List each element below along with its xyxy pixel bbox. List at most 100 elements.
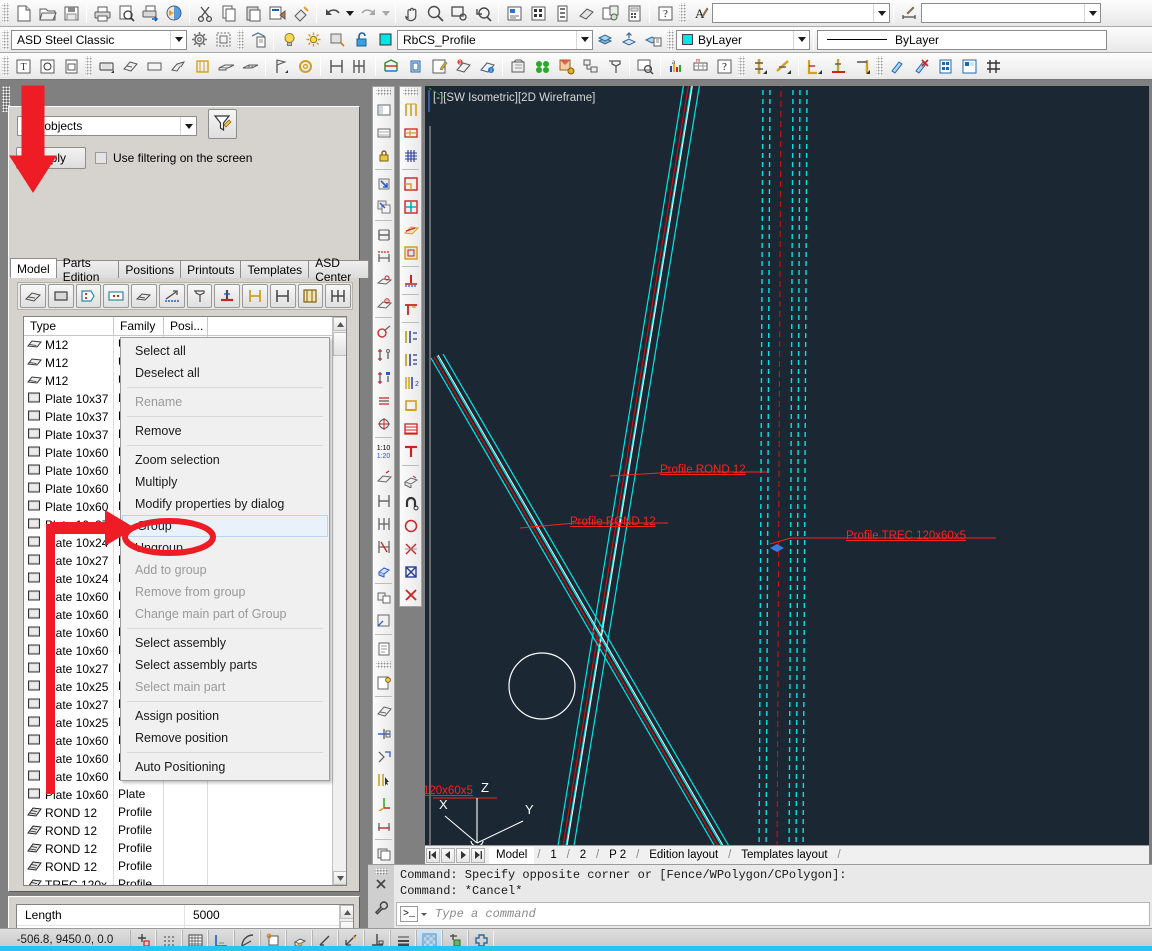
delete-x-icon[interactable] [400, 583, 421, 606]
shear-stud-filter-icon[interactable] [103, 284, 129, 308]
chevron-down-icon[interactable] [576, 30, 592, 49]
property-value[interactable]: 5000 [185, 905, 353, 925]
menu-item-multiply[interactable]: Multiply [121, 471, 329, 493]
tab-asd-center[interactable]: ASD Center [308, 256, 369, 284]
prev-layout-icon[interactable] [441, 847, 455, 863]
toolbar-grip[interactable] [376, 661, 391, 669]
toolbar-grip[interactable] [2, 3, 9, 23]
print-icon[interactable] [90, 1, 114, 25]
layer-states-icon[interactable] [641, 28, 665, 52]
redo-dropdown-icon[interactable] [380, 1, 392, 25]
toolbar-grip[interactable] [376, 88, 391, 96]
lock-icon[interactable] [373, 144, 394, 167]
plate-filter-icon[interactable] [47, 284, 74, 308]
layout-tab-templates[interactable]: Templates layout [734, 847, 834, 864]
ucs-manager-icon[interactable] [246, 28, 270, 52]
dimension-filter-icon[interactable] [158, 284, 185, 308]
select-parts-icon[interactable] [373, 768, 394, 791]
toolbar-grip[interactable] [2, 56, 9, 76]
zoom-window-icon[interactable] [447, 1, 471, 25]
new-file-icon[interactable] [11, 1, 35, 25]
properties-icon[interactable] [502, 1, 526, 25]
publish-icon[interactable] [162, 1, 186, 25]
beam-profile-icon[interactable] [118, 54, 142, 78]
first-layout-icon[interactable] [426, 847, 440, 863]
calculator-icon[interactable] [622, 1, 646, 25]
tab-parts-edition[interactable]: Parts Edition [55, 256, 120, 284]
toolbar-grip[interactable] [738, 56, 745, 76]
stiffener-icon[interactable] [400, 394, 421, 417]
layer-vp-freeze-icon[interactable] [325, 28, 349, 52]
layer-properties-icon[interactable] [593, 28, 617, 52]
table-row[interactable]: TREC 120x Profile [24, 876, 346, 885]
beam-angled-icon[interactable] [802, 54, 826, 78]
help-icon[interactable]: ? [653, 1, 677, 25]
cut-icon[interactable] [193, 1, 217, 25]
layout-tab-p2[interactable]: P 2 [602, 847, 633, 864]
group-tree-icon[interactable] [578, 54, 602, 78]
pan-icon[interactable] [399, 1, 423, 25]
mid-split-icon[interactable] [373, 722, 394, 745]
dim-style-combo[interactable] [921, 3, 1101, 23]
numbering-icon[interactable]: 1 [451, 54, 475, 78]
scale-ratio-icon[interactable]: 1:10 1:20 [373, 440, 394, 466]
paint-object-icon[interactable] [885, 54, 909, 78]
dimension-attach-icon[interactable] [373, 814, 394, 837]
beam-create-icon[interactable] [94, 54, 118, 78]
zoom-realtime-icon[interactable] [423, 1, 447, 25]
beam-filter-icon[interactable] [20, 284, 46, 308]
base-plate-detail-icon[interactable] [400, 269, 421, 292]
table-icon[interactable] [373, 121, 394, 144]
menu-item-auto-positioning[interactable]: Auto Positioning [121, 756, 329, 778]
match-properties-icon[interactable] [265, 1, 289, 25]
command-input-row[interactable]: >_ Type a command [396, 902, 1150, 926]
t-connection-icon[interactable] [400, 440, 421, 463]
text-style-icon[interactable]: A [688, 1, 712, 25]
open-folder-icon[interactable] [35, 1, 59, 25]
column-header-family[interactable]: Family [114, 317, 164, 335]
markup-set-icon[interactable] [598, 1, 622, 25]
document-props-icon[interactable] [59, 54, 83, 78]
table-row[interactable]: ROND 12 Profile [24, 804, 346, 822]
beam-dimension-icon[interactable] [373, 246, 394, 269]
menu-item-modify-properties-by-dialog[interactable]: Modify properties by dialog [121, 493, 329, 515]
toolbar-grip[interactable] [679, 3, 686, 23]
bom-table-icon[interactable]: m [688, 54, 712, 78]
text-tool-icon[interactable]: T [11, 54, 35, 78]
move-copy-icon[interactable] [373, 195, 394, 218]
layout-tab-model[interactable]: Model [489, 846, 535, 864]
plate-numbered-icon[interactable]: 1 [373, 292, 394, 315]
camera-icon[interactable] [506, 54, 530, 78]
frame-layout-icon[interactable] [400, 172, 421, 195]
connection-frame-filter-icon[interactable] [297, 284, 324, 308]
model-browser-icon[interactable] [554, 54, 578, 78]
plate-outline-icon[interactable] [400, 241, 421, 264]
object-list-context-menu[interactable]: Select all Deselect all Rename Remove Zoom s… [120, 337, 330, 781]
help-steel-icon[interactable]: ? [712, 54, 736, 78]
beam-base-icon[interactable] [826, 54, 850, 78]
clipping-icon[interactable] [530, 54, 554, 78]
menu-item-deselect-all[interactable]: Deselect all [121, 362, 329, 384]
tab-positions[interactable]: Positions [118, 260, 182, 278]
elevation-view-icon[interactable] [373, 466, 394, 489]
base-plate-filter-icon[interactable] [214, 284, 240, 308]
layer-color-swatch-icon[interactable] [373, 28, 397, 52]
tab-templates[interactable]: Templates [240, 260, 310, 278]
workspace-combo[interactable]: ASD Steel Classic [11, 29, 187, 50]
3d-box-icon[interactable] [400, 468, 421, 491]
move-down-right-icon[interactable] [373, 172, 394, 195]
text-style-combo[interactable] [712, 3, 890, 23]
chevron-down-icon[interactable] [170, 30, 186, 49]
column-header-position[interactable]: Posi... [164, 317, 208, 335]
connection-h-icon[interactable] [324, 54, 348, 78]
apply-button[interactable]: Apply [16, 147, 86, 169]
section-multi-icon[interactable] [373, 512, 394, 535]
chevron-down-icon[interactable] [180, 117, 196, 135]
remove-paint-icon[interactable] [909, 54, 933, 78]
scroll-up-arrow-icon[interactable] [333, 317, 346, 331]
linetype-combo[interactable]: ByLayer [817, 29, 1107, 50]
connection-hh-icon[interactable] [348, 54, 372, 78]
beam-label-icon[interactable] [373, 389, 394, 412]
connection-h-filter-icon[interactable] [242, 284, 268, 308]
plate-mark-icon[interactable] [373, 269, 394, 292]
